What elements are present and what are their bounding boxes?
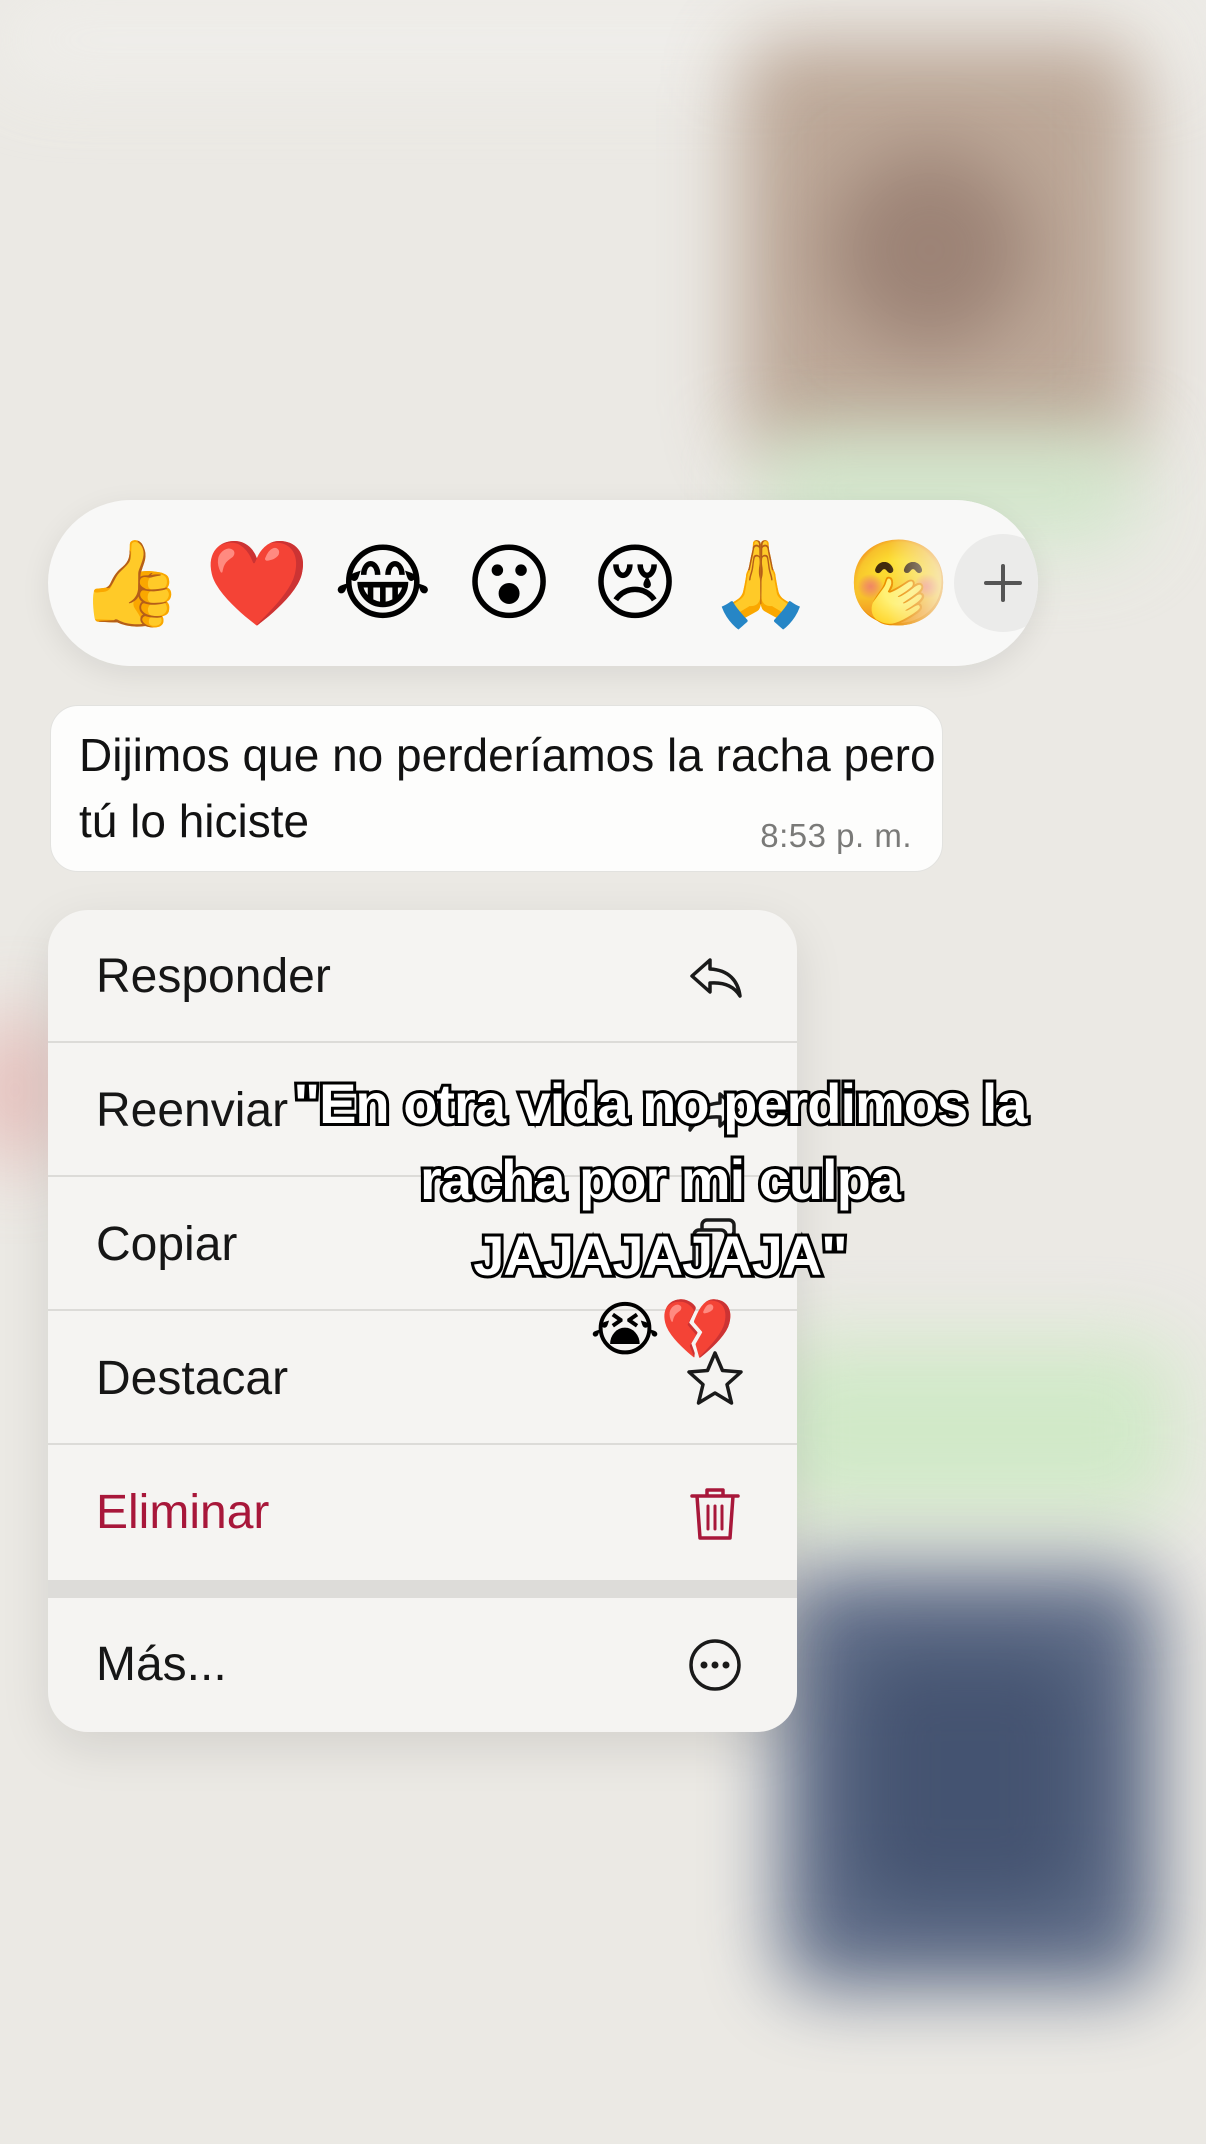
crying-reaction[interactable]: 😢 (580, 528, 690, 638)
folded-hands-reaction[interactable]: 🙏 (706, 528, 816, 638)
surprised-reaction[interactable]: 😮 (454, 528, 564, 638)
menu-item-label: Destacar (96, 1352, 289, 1405)
menu-item-label: Eliminar (96, 1486, 270, 1539)
menu-item-reply[interactable]: Responder (48, 910, 797, 1043)
menu-item-delete[interactable]: Eliminar (48, 1446, 797, 1579)
reply-icon (690, 958, 742, 998)
message-bubble[interactable]: Dijimos que no perderíamos la racha pero… (50, 705, 943, 872)
menu-item-label: Más... (96, 1638, 227, 1691)
more-icon (689, 1639, 741, 1691)
overlay-caption: "En otra vida no perdimos la racha por m… (291, 1069, 1031, 1290)
menu-item-label: Reenviar (96, 1084, 289, 1137)
thumbs-up-reaction[interactable]: 👍 (76, 528, 186, 638)
caption-emoji: 😭💔 (590, 1295, 735, 1365)
reaction-bar: 👍 ❤️ 😂 😮 😢 🙏 🤭 (48, 500, 1038, 666)
menu-item-more[interactable]: Más... (48, 1598, 797, 1731)
plus-icon (984, 564, 1022, 602)
heart-reaction[interactable]: ❤️ (202, 528, 312, 638)
menu-item-label: Responder (96, 950, 331, 1003)
trash-icon (690, 1488, 740, 1540)
tears-of-joy-reaction[interactable]: 😂 (328, 528, 438, 638)
message-timestamp: 8:53 p. m. (760, 817, 912, 854)
menu-separator (48, 1580, 797, 1598)
menu-item-label: Copiar (96, 1218, 238, 1271)
